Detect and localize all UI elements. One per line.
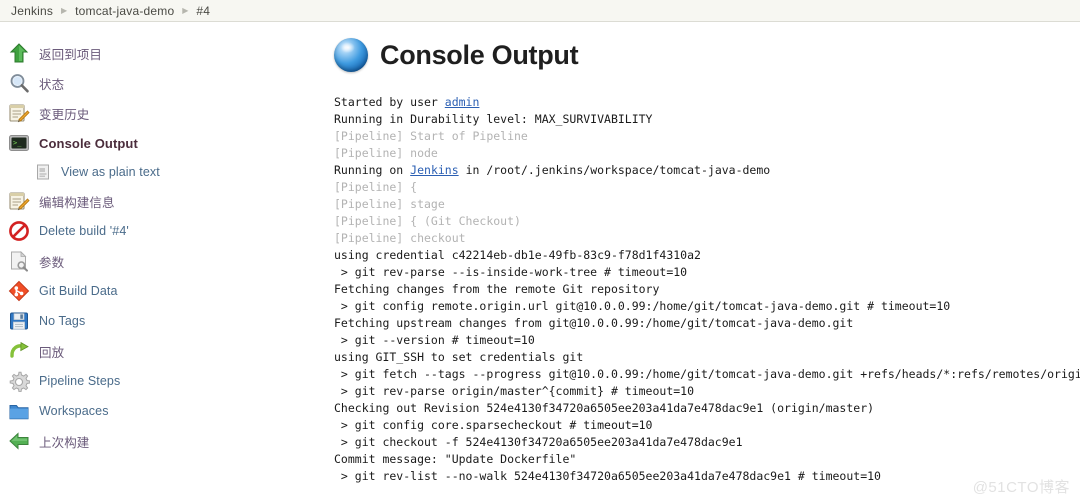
console-log-line: > git --version # timeout=10 — [334, 333, 535, 347]
console-log-line: > git rev-list --no-walk 524e4130f34720a… — [334, 469, 881, 483]
console-log-line: Started by user admin — [334, 94, 1080, 111]
console-log-line: > git rev-parse --is-inside-work-tree # … — [334, 265, 688, 279]
parameters-icon — [8, 250, 30, 272]
console-log: Started by user admin Running in Durabili… — [334, 94, 1080, 485]
sidebar-item-delete-build-4[interactable]: Delete build '#4' — [0, 216, 330, 246]
sidebar: 返回到项目状态变更历史 >_ Console Output View as plain… — [0, 22, 330, 456]
console-log-line: Checking out Revision 524e4130f34720a650… — [334, 401, 875, 415]
replay-icon — [8, 340, 30, 362]
sidebar-item-git-build-data[interactable]: Git Build Data — [0, 276, 330, 306]
up-arrow-icon — [8, 42, 30, 64]
console-log-line: using GIT_SSH to set credentials git — [334, 350, 584, 364]
sidebar-item-label: 回放 — [39, 345, 65, 360]
sidebar-item-label: 参数 — [39, 255, 65, 270]
delete-icon — [8, 220, 30, 242]
console-log-line: Commit message: "Update Dockerfile" — [334, 452, 577, 466]
sidebar-item-[interactable]: 返回到项目 — [0, 38, 330, 68]
sidebar-item-label: 编辑构建信息 — [39, 195, 115, 210]
console-log-line: Fetching upstream changes from git@10.0.… — [334, 316, 854, 330]
console-log-line: > git fetch --tags --progress git@10.0.0… — [334, 367, 1080, 381]
git-icon — [8, 280, 30, 302]
svg-text:>_: >_ — [13, 139, 22, 147]
sidebar-item-label: Console Output — [39, 135, 138, 151]
sidebar-item-label: 上次构建 — [39, 435, 90, 450]
log-link[interactable]: Jenkins — [410, 163, 458, 177]
sidebar-item-label: View as plain text — [61, 165, 160, 179]
sidebar-item-[interactable]: 变更历史 — [0, 98, 330, 128]
log-link[interactable]: admin — [445, 95, 480, 109]
sidebar-item-view-as-plain-text[interactable]: View as plain text — [0, 158, 330, 186]
console-log-line: [Pipeline] { — [334, 180, 418, 194]
sidebar-item-[interactable]: 参数 — [0, 246, 330, 276]
sidebar-item-label: Workspaces — [39, 404, 109, 418]
sidebar-item-[interactable]: 上次构建 — [0, 426, 330, 456]
console-log-line: Running on Jenkins in /root/.jenkins/wor… — [334, 162, 1080, 179]
console-log-line: > git rev-parse origin/master^{commit} #… — [334, 384, 695, 398]
page-body: 返回到项目状态变更历史 >_ Console Output View as plain… — [0, 22, 1080, 503]
console-log-line: Running in Durability level: MAX_SURVIVA… — [334, 112, 653, 126]
console-log-line: > git config core.sparsecheckout # timeo… — [334, 418, 653, 432]
floppy-icon — [8, 310, 30, 332]
sidebar-item-[interactable]: 编辑构建信息 — [0, 186, 330, 216]
blue-ball-icon — [334, 38, 368, 72]
watermark: @51CTO博客 — [972, 479, 1070, 496]
sidebar-item-console-output[interactable]: >_ Console Output — [0, 128, 330, 158]
console-log-line: [Pipeline] node — [334, 146, 438, 160]
console-log-line: [Pipeline] stage — [334, 197, 445, 211]
sidebar-item-label: 返回到项目 — [39, 47, 103, 62]
log-text: Started by user — [334, 95, 445, 109]
log-text: in /root/.jenkins/workspace/tomcat-java-… — [458, 163, 771, 177]
sidebar-item-label: Git Build Data — [39, 284, 118, 298]
sidebar-item-pipeline-steps[interactable]: Pipeline Steps — [0, 366, 330, 396]
breadcrumb-item-1[interactable]: Jenkins — [8, 4, 56, 18]
left-arrow-icon — [8, 430, 30, 452]
edit-note-icon — [8, 190, 30, 212]
sidebar-item-[interactable]: 状态 — [0, 68, 330, 98]
page-title: Console Output — [380, 39, 579, 70]
sidebar-item-label: Delete build '#4' — [39, 224, 129, 238]
breadcrumb-item-2[interactable]: tomcat-java-demo — [72, 4, 177, 18]
console-log-line: [Pipeline] { (Git Checkout) — [334, 214, 521, 228]
document-icon — [34, 163, 52, 181]
sidebar-item-no-tags[interactable]: No Tags — [0, 306, 330, 336]
console-log-line: [Pipeline] Start of Pipeline — [334, 129, 528, 143]
main-content: Console Output Started by user admin Runn… — [330, 22, 1080, 503]
gear-icon — [8, 370, 31, 393]
console-log-line: using credential c42214eb-db1e-49fb-83c9… — [334, 248, 701, 262]
magnifier-icon — [8, 72, 30, 94]
breadcrumb-item-3[interactable]: #4 — [193, 4, 213, 18]
console-header: Console Output — [334, 38, 1080, 72]
breadcrumb-separator-icon: ▶ — [61, 5, 68, 15]
console-log-line: > git checkout -f 524e4130f34720a6505ee2… — [334, 435, 743, 449]
breadcrumb: Jenkins ▶ tomcat-java-demo ▶ #4 — [0, 0, 1080, 22]
breadcrumb-separator-icon: ▶ — [182, 5, 189, 15]
sidebar-item-label: 变更历史 — [39, 107, 90, 122]
sidebar-item-label: No Tags — [39, 314, 86, 328]
terminal-icon: >_ — [8, 132, 30, 154]
edit-note-icon — [8, 102, 30, 124]
console-log-line: [Pipeline] checkout — [334, 231, 466, 245]
sidebar-item-[interactable]: 回放 — [0, 336, 330, 366]
console-log-line: Fetching changes from the remote Git rep… — [334, 282, 660, 296]
folder-icon — [8, 400, 30, 422]
sidebar-item-label: 状态 — [39, 77, 65, 92]
log-text: Running on — [334, 163, 411, 177]
sidebar-item-label: Pipeline Steps — [39, 374, 121, 388]
console-log-line: > git config remote.origin.url git@10.0.… — [334, 299, 951, 313]
sidebar-item-workspaces[interactable]: Workspaces — [0, 396, 330, 426]
